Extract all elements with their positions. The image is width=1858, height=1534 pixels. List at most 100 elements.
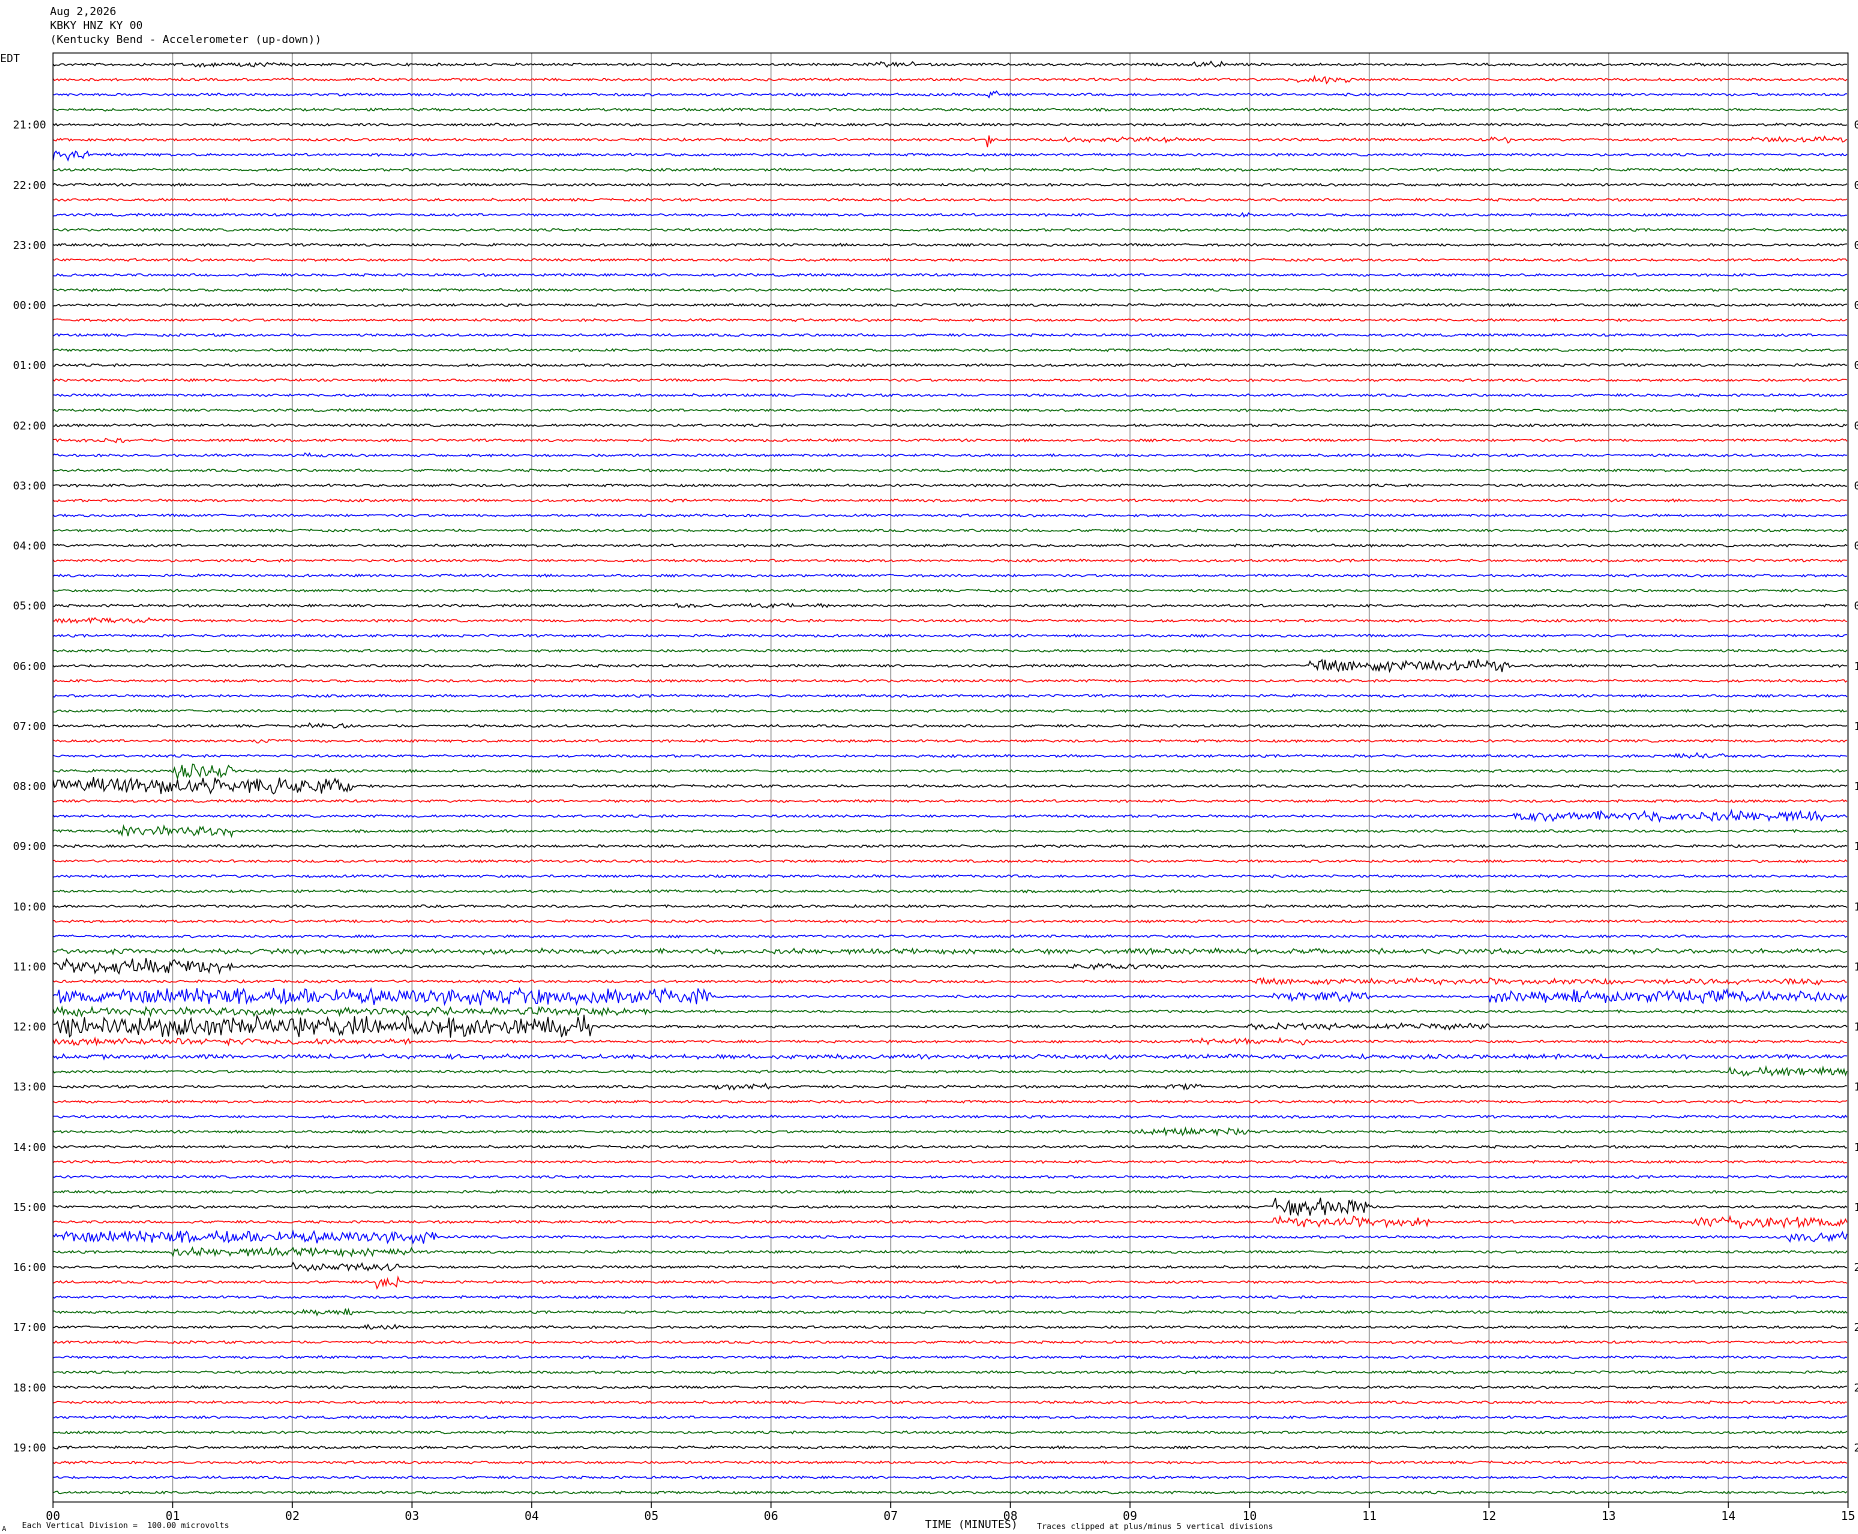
left-hour-label: 13:00 <box>13 1081 46 1094</box>
trace-row <box>52 513 1848 518</box>
right-hour-label: 23:15 <box>1854 1441 1858 1454</box>
trace-row <box>52 227 1848 233</box>
left-hour-label: 10:00 <box>13 900 46 913</box>
trace-row <box>52 573 1848 578</box>
trace-row <box>52 498 1848 503</box>
left-hour-label: 21:00 <box>13 119 46 132</box>
trace-row <box>52 1323 1848 1330</box>
trace-row <box>52 182 1848 188</box>
trace-row <box>52 763 1848 781</box>
vertical-division-note: Each Vertical Division = 100.00 microvol… <box>22 1521 230 1530</box>
right-hour-label: 11:15 <box>1854 720 1858 733</box>
trace-row <box>52 423 1848 428</box>
trace-row <box>52 1064 1848 1077</box>
trace-row <box>52 393 1848 398</box>
right-hour-label: 06:15 <box>1854 419 1858 432</box>
trace-row <box>52 1245 1848 1258</box>
x-tick-label: 10 <box>1242 1509 1256 1523</box>
label-group: 00010203040506070809101112131415-7332-73… <box>0 52 1858 1523</box>
trace-row <box>52 543 1848 548</box>
trace-row <box>52 150 1848 162</box>
x-tick-label: 09 <box>1123 1509 1137 1523</box>
trace-row <box>52 738 1848 744</box>
trace-row <box>52 986 1848 1007</box>
left-hour-label: 07:00 <box>13 720 46 733</box>
trace-row <box>52 1475 1848 1480</box>
x-tick-label: 05 <box>644 1509 658 1523</box>
x-tick-label: 03 <box>405 1509 419 1523</box>
trace-row <box>52 1370 1848 1375</box>
trace-row <box>52 347 1848 353</box>
trace-row <box>52 1275 1848 1290</box>
right-hour-label: 18:15 <box>1854 1141 1858 1154</box>
trace-row <box>52 1174 1848 1180</box>
right-hour-label: 22:15 <box>1854 1381 1858 1394</box>
trace-row <box>52 1013 1848 1038</box>
trace-row <box>52 858 1848 864</box>
trace-row <box>52 197 1848 202</box>
left-hour-label: 05:00 <box>13 600 46 613</box>
x-tick-label: 13 <box>1601 1509 1615 1523</box>
right-hour-label: 08:15 <box>1854 540 1858 553</box>
trace-row <box>52 708 1848 713</box>
left-hour-label: 23:00 <box>13 239 46 252</box>
trace-row <box>52 1082 1848 1091</box>
trace-row <box>52 1099 1848 1104</box>
trace-row <box>52 633 1847 638</box>
x-tick-label: 14 <box>1721 1509 1735 1523</box>
trace-row <box>52 1114 1848 1119</box>
trace-row <box>52 1229 1848 1245</box>
trace-row <box>52 1430 1848 1435</box>
x-tick-label: 04 <box>524 1509 538 1523</box>
right-hour-label: 21:15 <box>1854 1321 1858 1334</box>
trace-row <box>52 602 1848 609</box>
trace-row <box>52 1460 1848 1465</box>
trace-row <box>52 976 1848 986</box>
trace-row <box>52 1490 1848 1495</box>
trace-row <box>52 332 1848 338</box>
x-tick-label: 02 <box>285 1509 299 1523</box>
trace-row <box>52 257 1848 263</box>
left-hour-label: 00:00 <box>13 299 46 312</box>
trace-row <box>52 242 1848 248</box>
trace-row <box>53 843 1848 849</box>
left-hour-label: 15:00 <box>13 1201 46 1214</box>
right-hour-label: 03:15 <box>1854 239 1858 252</box>
trace-row <box>52 1400 1848 1405</box>
right-hour-label: 16:15 <box>1854 1021 1858 1034</box>
trace-row <box>52 947 1848 956</box>
trace-row <box>52 722 1848 729</box>
right-hour-label: 02:15 <box>1854 179 1858 192</box>
trace-row <box>52 408 1848 413</box>
trace-row <box>52 1415 1848 1420</box>
trace-row <box>52 528 1848 533</box>
vertical-grid <box>52 53 1849 1502</box>
right-hour-label: 10:15 <box>1854 660 1858 673</box>
right-hour-label: 19:15 <box>1854 1201 1858 1214</box>
trace-row <box>52 957 1848 975</box>
left-hour-label: 01:00 <box>13 359 46 372</box>
trace-row <box>52 1005 1848 1018</box>
trace-row <box>52 377 1848 383</box>
left-hour-label: 22:00 <box>13 179 46 192</box>
left-hour-label: 14:00 <box>13 1141 46 1154</box>
x-tick-label: 06 <box>764 1509 778 1523</box>
trace-row <box>52 122 1848 127</box>
trace-row <box>52 693 1848 699</box>
trace-row <box>52 874 1848 879</box>
right-hour-label: 07:15 <box>1854 479 1858 492</box>
trace-row <box>52 808 1848 824</box>
trace-row <box>52 302 1847 308</box>
left-hour-label: 08:00 <box>13 780 46 793</box>
trace-row <box>52 776 1848 795</box>
trace-row <box>52 798 1848 804</box>
trace-row <box>53 362 1848 368</box>
trace-row <box>52 1159 1848 1164</box>
trace-row <box>52 678 1848 683</box>
right-hour-label: 09:15 <box>1854 600 1858 613</box>
trace-row <box>52 1144 1848 1149</box>
plot-border <box>52 52 1849 1503</box>
trace-row <box>52 616 1848 625</box>
trace-row <box>52 483 1847 488</box>
right-hour-label: 12:15 <box>1854 780 1858 793</box>
